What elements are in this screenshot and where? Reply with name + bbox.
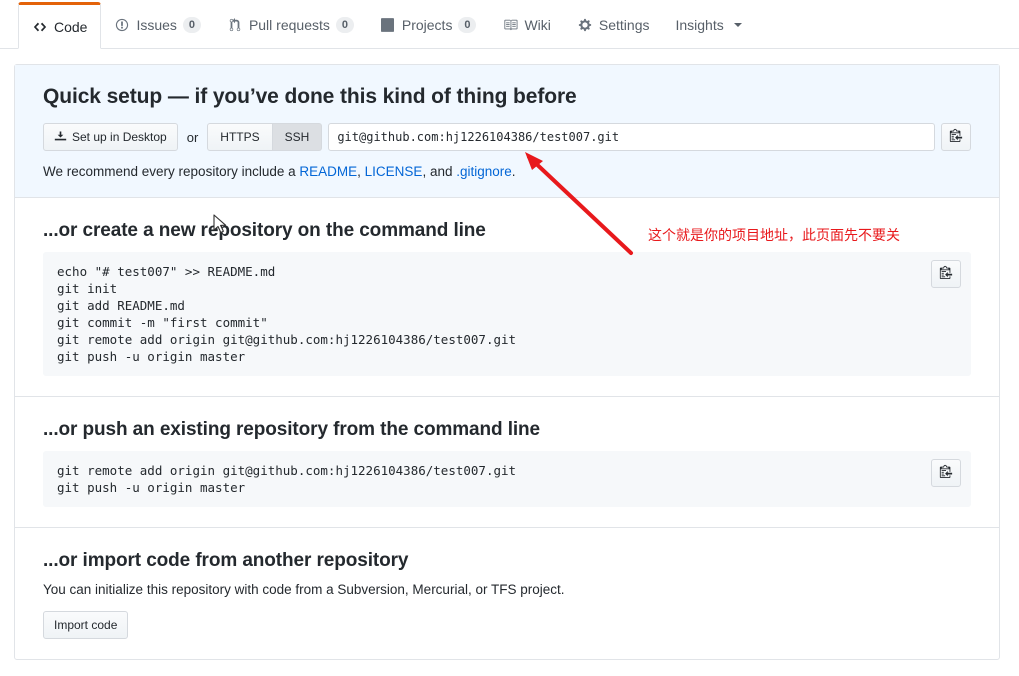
push-repository-code: git remote add origin git@github.com:hj1…: [43, 451, 971, 507]
recommend-sep1: ,: [357, 164, 365, 179]
license-link[interactable]: LICENSE: [365, 164, 423, 179]
clone-url-input[interactable]: git@github.com:hj1226104386/test007.git: [328, 123, 935, 151]
project-icon: [380, 17, 396, 33]
import-code-button[interactable]: Import code: [43, 611, 129, 639]
import-code-section: ...or import code from another repositor…: [15, 528, 999, 659]
protocol-selector: HTTPS SSH: [207, 123, 323, 151]
setup-card: Quick setup — if you’ve done this kind o…: [14, 64, 1000, 660]
tab-pull-requests-label: Pull requests: [248, 17, 330, 33]
recommend-text: We recommend every repository include a …: [43, 164, 971, 179]
push-repository-section: ...or push an existing repository from t…: [15, 397, 999, 528]
tab-insights-label: Insights: [675, 17, 724, 33]
chevron-down-icon: [733, 23, 742, 27]
clone-url-row: Set up in Desktop or HTTPS SSH git@githu…: [43, 123, 971, 151]
tab-code[interactable]: Code: [18, 2, 102, 49]
create-repository-code: echo "# test007" >> README.md git init g…: [43, 252, 971, 376]
recommend-suffix: .: [511, 164, 516, 179]
tab-issues-label: Issues: [136, 17, 177, 33]
book-icon: [502, 17, 518, 33]
projects-counter: 0: [458, 17, 477, 33]
set-up-in-desktop-button[interactable]: Set up in Desktop: [43, 123, 178, 151]
set-up-in-desktop-label: Set up in Desktop: [72, 130, 167, 144]
clipboard-icon: [939, 265, 953, 284]
protocol-ssh-button[interactable]: SSH: [272, 123, 323, 151]
push-repository-code-wrapper: git remote add origin git@github.com:hj1…: [43, 451, 971, 507]
clipboard-icon: [939, 464, 953, 483]
tab-wiki[interactable]: Wiki: [489, 2, 563, 48]
tab-pull-requests[interactable]: Pull requests 0: [214, 2, 367, 48]
desktop-download-icon: [54, 129, 67, 145]
issues-counter: 0: [182, 17, 201, 33]
create-repository-code-wrapper: echo "# test007" >> README.md git init g…: [43, 252, 971, 376]
push-repository-heading: ...or push an existing repository from t…: [43, 419, 541, 440]
readme-link[interactable]: README: [299, 164, 357, 179]
gitignore-link[interactable]: .gitignore: [456, 164, 512, 179]
gear-icon: [577, 17, 593, 33]
tab-projects[interactable]: Projects 0: [367, 2, 490, 48]
repository-setup-page: Code Issues 0 Pull requests 0 Projects 0: [0, 0, 1019, 676]
repository-nav-tabs: Code Issues 0 Pull requests 0 Projects 0: [0, 0, 1019, 49]
quick-setup-heading: Quick setup — if you’ve done this kind o…: [43, 85, 577, 108]
or-label: or: [186, 129, 199, 145]
tab-wiki-label: Wiki: [524, 17, 551, 33]
import-code-description: You can initialize this repository with …: [43, 582, 565, 597]
tab-settings-label: Settings: [598, 17, 650, 33]
import-code-heading: ...or import code from another repositor…: [43, 550, 409, 571]
code-icon: [32, 19, 48, 35]
tab-insights[interactable]: Insights: [662, 2, 754, 48]
import-code-label: Import code: [54, 618, 118, 632]
copy-create-code-button[interactable]: [931, 260, 961, 288]
recommend-sep2: , and: [422, 164, 457, 179]
copy-clone-url-button[interactable]: [941, 123, 971, 151]
protocol-https-button[interactable]: HTTPS: [207, 123, 273, 151]
recommend-prefix: We recommend every repository include a: [43, 164, 300, 179]
pull-requests-counter: 0: [335, 17, 354, 33]
annotation-text: 这个就是你的项目地址，此页面先不要关: [648, 228, 900, 244]
clipboard-icon: [949, 128, 963, 147]
git-pull-request-icon: [227, 17, 243, 33]
tab-code-label: Code: [54, 18, 88, 35]
tab-issues[interactable]: Issues 0: [101, 2, 213, 48]
tab-settings[interactable]: Settings: [564, 2, 663, 48]
tab-projects-label: Projects: [401, 17, 453, 33]
copy-push-code-button[interactable]: [931, 459, 961, 487]
issue-opened-icon: [114, 17, 130, 33]
quick-setup-panel: Quick setup — if you’ve done this kind o…: [15, 65, 999, 198]
